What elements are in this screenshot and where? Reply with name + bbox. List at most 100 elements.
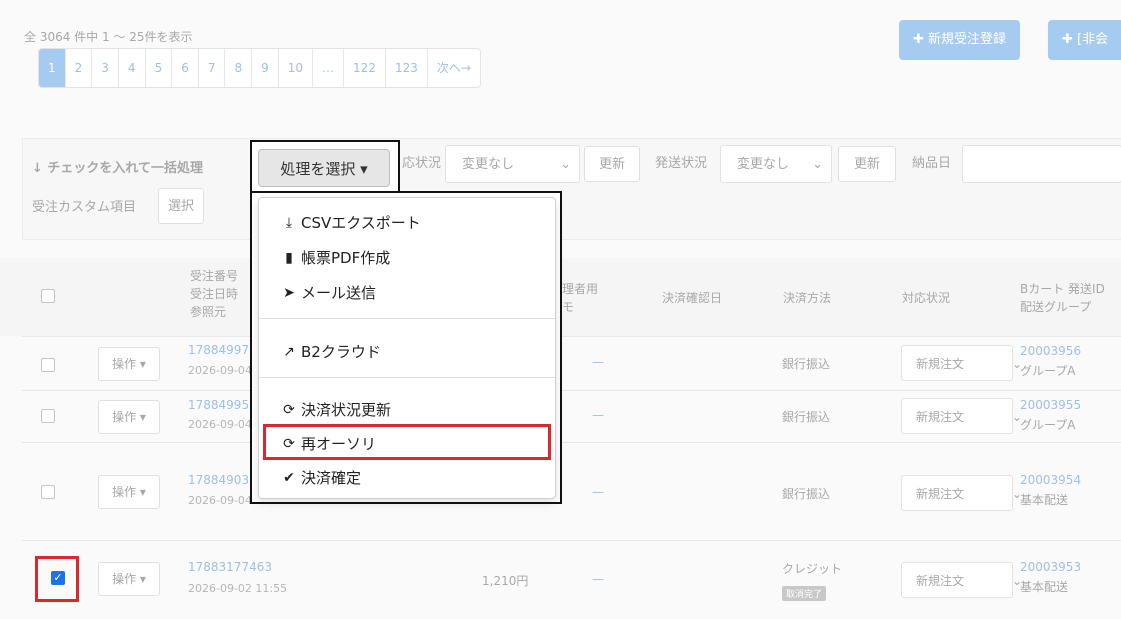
menu-item-payment-status-update[interactable]: ⟳ 決済状況更新 (281, 399, 391, 420)
header-referrer: 参照元 (190, 305, 227, 319)
menu-item-mail-send[interactable]: ➤ メール送信 (281, 282, 376, 303)
response-status-select[interactable]: 新規注文 ⌄ (901, 398, 1022, 434)
row-operation-button[interactable]: 操作 ▾ (98, 562, 160, 596)
bulk-check-label: ↓ チェックを入れて一括処理 (32, 161, 204, 176)
payment-method: 銀行振込 (782, 410, 831, 424)
delivery-date-label: 納品日 (912, 156, 952, 171)
download-icon: ⤓ (285, 214, 293, 231)
menu-divider (259, 318, 555, 319)
row-operation-button[interactable]: 操作 ▾ (98, 475, 160, 509)
order-number-link[interactable]: 17884997 (188, 343, 249, 357)
menu-item-payment-confirm[interactable]: ✔ 決済確定 (281, 467, 361, 488)
new-order-button[interactable]: ✚ 新規受注登録 (899, 20, 1021, 60)
header-bcart-ship-id: Bカート 発送ID (1020, 282, 1105, 296)
chevron-down-icon: ⌄ (812, 157, 823, 172)
page-6[interactable]: 6 (172, 49, 199, 87)
ship-id-link[interactable]: 20003954 (1020, 473, 1081, 487)
header-ship-group: 配送グループ (1020, 300, 1092, 314)
page-ellipsis: … (313, 49, 345, 87)
ship-id-link[interactable]: 20003956 (1020, 344, 1081, 358)
caret-down-icon: ▾ (360, 160, 368, 178)
menu-item-reauthorize[interactable]: ⟳ 再オーソリ (281, 433, 376, 454)
payment-confirm-dash: — (592, 485, 604, 499)
custom-field-select-button[interactable]: 選択 (158, 188, 204, 224)
row-checkbox-checked[interactable]: ✓ (51, 571, 65, 585)
custom-field-label: 受注カスタム項目 (32, 200, 137, 215)
ship-group: グループA (1020, 418, 1076, 432)
delivery-date-input[interactable] (962, 145, 1121, 183)
shipping-update-button[interactable]: 更新 (838, 146, 896, 182)
order-date: 2026-09-04 (188, 418, 252, 431)
payment-confirm-dash: — (592, 355, 604, 369)
refresh-icon: ⟳ (283, 401, 295, 418)
page-4[interactable]: 4 (118, 49, 146, 87)
response-update-button[interactable]: 更新 (584, 146, 640, 182)
menu-item-label: 再オーソリ (301, 435, 377, 453)
row-operation-button[interactable]: 操作 ▾ (98, 400, 160, 434)
header-response-status: 対応状況 (902, 291, 951, 305)
row-divider (22, 390, 1121, 391)
menu-item-pdf-create[interactable]: ▮ 帳票PDF作成 (281, 247, 390, 268)
header-order-date: 受注日時 (190, 287, 239, 301)
row-divider (22, 336, 1121, 337)
page-2[interactable]: 2 (65, 49, 93, 87)
page-9[interactable]: 9 (252, 49, 279, 87)
check-icon: ✔ (283, 469, 295, 486)
response-status-select[interactable]: 新規注文 ⌄ (901, 562, 1022, 598)
menu-item-csv-export[interactable]: ⤓ CSVエクスポート (281, 212, 421, 233)
ship-id-link[interactable]: 20003953 (1020, 560, 1081, 574)
select-all-checkbox[interactable] (41, 289, 55, 303)
menu-item-label: 帳票PDF作成 (301, 249, 391, 267)
action-menu: ⤓ CSVエクスポート ▮ 帳票PDF作成 ➤ メール送信 ↗ B2クラウド ⟳ 決済状況… (258, 197, 556, 499)
page-1[interactable]: 1 (39, 49, 66, 87)
row-divider (22, 442, 1121, 443)
menu-divider (259, 377, 555, 378)
payment-method: クレジット (782, 562, 843, 576)
action-menu-highlight: ⤓ CSVエクスポート ▮ 帳票PDF作成 ➤ メール送信 ↗ B2クラウド ⟳ 決済状況… (250, 191, 562, 504)
external-link-icon: ↗ (283, 343, 295, 360)
ship-group: 基本配送 (1020, 580, 1069, 594)
row-divider (22, 540, 1121, 541)
page-8[interactable]: 8 (225, 49, 253, 87)
menu-item-b2-cloud[interactable]: ↗ B2クラウド (281, 341, 381, 362)
shipping-status-select[interactable]: 変更なし ⌄ (720, 145, 832, 183)
nonmember-order-button[interactable]: ✚ [非会 (1048, 20, 1121, 60)
page-5[interactable]: 5 (145, 49, 173, 87)
payment-status-badge: 取消完了 (782, 582, 827, 601)
page-3[interactable]: 3 (92, 49, 119, 87)
page-7[interactable]: 7 (198, 49, 226, 87)
file-icon: ▮ (285, 249, 293, 266)
response-status-select[interactable]: 新規注文 ⌄ (901, 475, 1022, 511)
action-select-button[interactable]: 処理を選択 ▾ (258, 149, 390, 187)
menu-item-label: CSVエクスポート (301, 214, 421, 232)
header-admin-memo: 理者用 (562, 282, 599, 296)
chevron-down-icon: ⌄ (560, 157, 571, 172)
ship-group: グループA (1020, 364, 1076, 378)
response-status-select[interactable]: 新規注文 ⌄ (901, 345, 1022, 381)
row-checkbox[interactable] (41, 485, 55, 499)
pagination: 1 2 3 4 5 6 7 8 9 10 … 122 123 次へ→ (38, 48, 481, 88)
header-payment-method: 決済方法 (783, 291, 832, 305)
menu-item-label: 決済状況更新 (301, 401, 392, 419)
page-123[interactable]: 123 (385, 49, 428, 87)
row-operation-button[interactable]: 操作 ▾ (98, 347, 160, 381)
order-number-link[interactable]: 17883177463 (188, 560, 272, 574)
page-122[interactable]: 122 (344, 49, 386, 87)
ship-group: 基本配送 (1020, 493, 1069, 507)
order-number-link[interactable]: 17884903 (188, 473, 249, 487)
menu-item-label: B2クラウド (301, 343, 381, 361)
action-select-highlight: 処理を選択 ▾ (250, 140, 400, 195)
page-next[interactable]: 次へ→ (427, 49, 480, 87)
row-checkbox[interactable] (41, 409, 55, 423)
order-number-link[interactable]: 17884995 (188, 398, 249, 412)
refresh-icon: ⟳ (283, 435, 295, 452)
page-10[interactable]: 10 (278, 49, 314, 87)
payment-confirm-dash: — (592, 408, 604, 422)
row-checkbox[interactable] (41, 358, 55, 372)
header-admin-memo-2: モ (562, 300, 575, 314)
response-status-label: 応状況 (402, 156, 442, 171)
response-status-select[interactable]: 変更なし ⌄ (445, 145, 580, 183)
ship-id-link[interactable]: 20003955 (1020, 398, 1081, 412)
payment-confirm-dash: — (592, 572, 604, 586)
order-date: 2026-09-04 (188, 364, 252, 377)
